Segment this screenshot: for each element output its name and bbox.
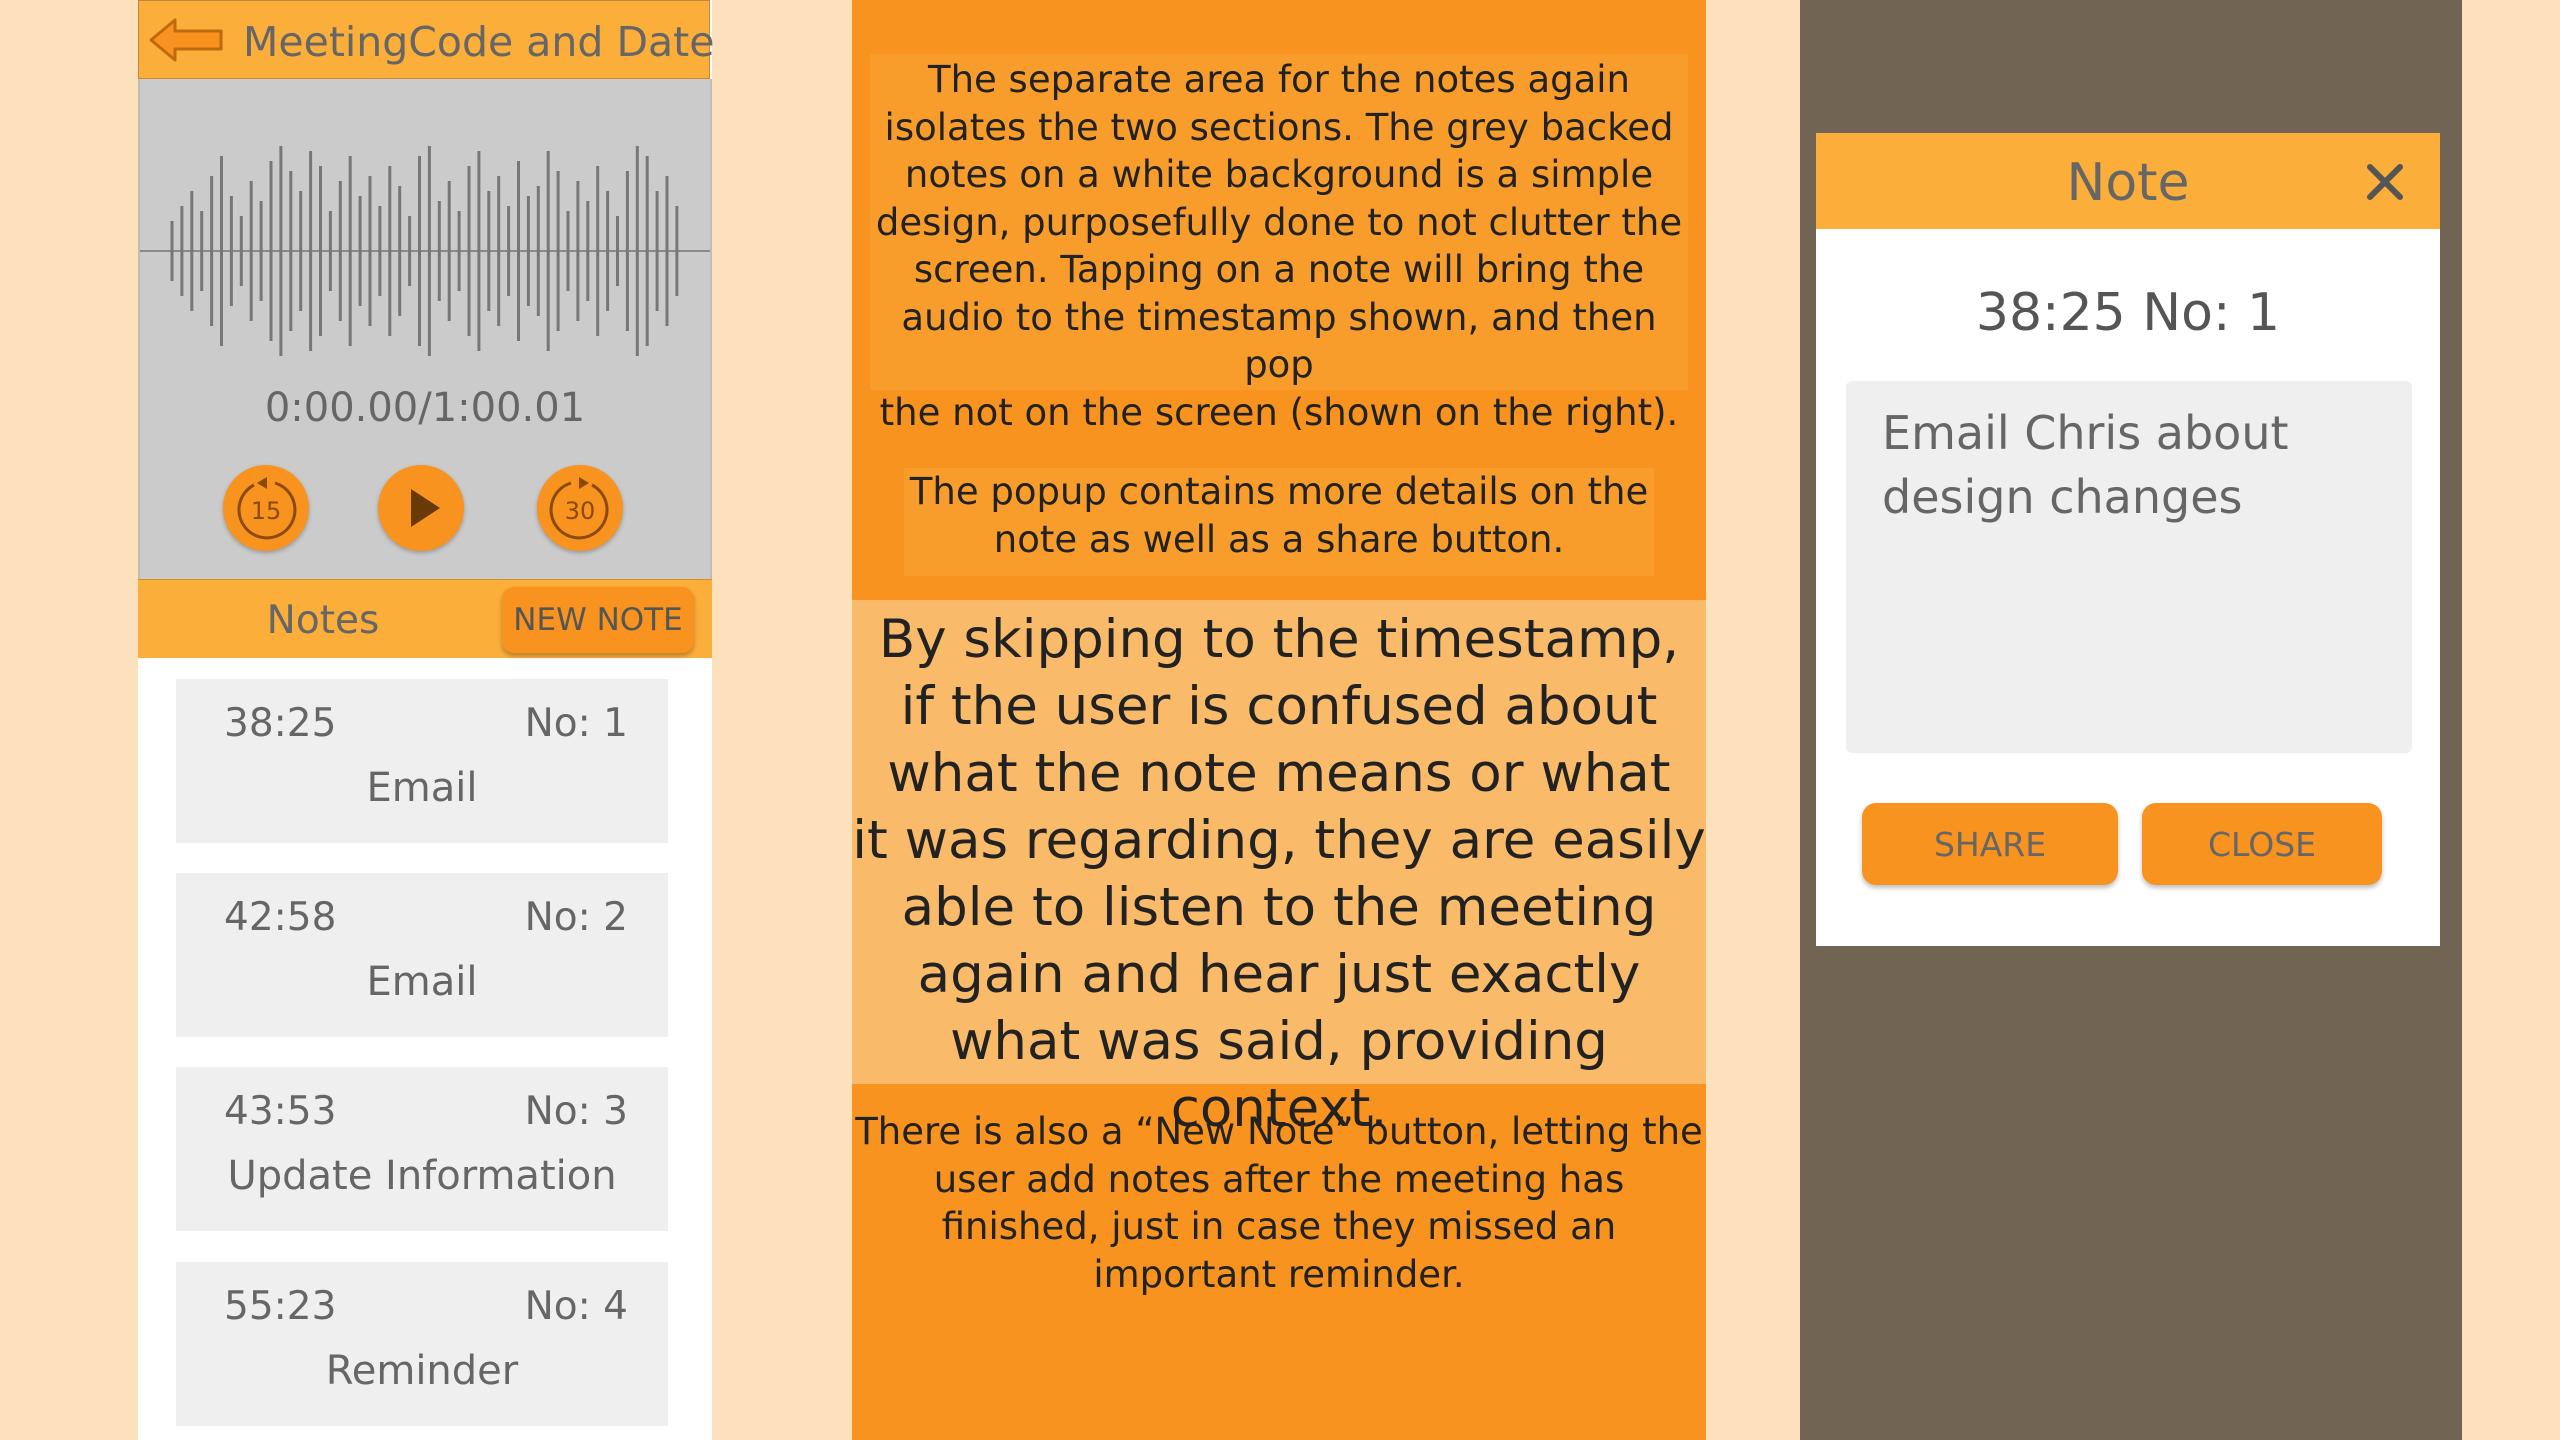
note-number: No: 2: [524, 895, 628, 940]
text-line: note as well as a share button.: [993, 517, 1565, 561]
note-timestamp: 43:53: [224, 1089, 337, 1134]
note-card[interactable]: 38:25 No: 1 Email: [176, 679, 668, 843]
text-line: screen. Tapping on a note will bring the: [913, 248, 1645, 291]
quote-line: what the note means or what: [887, 743, 1671, 804]
note-card[interactable]: 43:53 No: 3 Update Information: [176, 1067, 668, 1231]
recording-screen: MeetingCode and Date 0:00.00/1:00.01 15 …: [138, 0, 714, 1440]
close-x-icon[interactable]: [2364, 161, 2406, 203]
quote-line: it was regarding, they are easily: [852, 810, 1706, 871]
popup-title: Note: [2066, 153, 2190, 213]
note-popup-screen: Note 38:25 No: 1 Email Chris about desig…: [1800, 0, 2462, 1440]
text-line: The separate area for the notes again: [927, 58, 1631, 101]
text-line: The popup contains more details on the: [909, 470, 1649, 513]
audio-waveform[interactable]: [140, 127, 710, 377]
text-line: isolates the two sections. The grey back…: [884, 105, 1674, 149]
quote-line: if the user is confused about: [900, 676, 1658, 737]
meeting-title: MeetingCode and Date: [243, 18, 715, 66]
note-title: Email: [366, 765, 478, 811]
audio-player: 0:00.00/1:00.01 15 30: [138, 79, 712, 579]
back-arrow-icon[interactable]: [147, 15, 227, 65]
note-card[interactable]: 55:23 No: 4 Reminder: [176, 1262, 668, 1426]
play-button[interactable]: [378, 465, 464, 551]
notes-heading: Notes: [266, 598, 380, 643]
forward-30-icon: 30: [549, 477, 609, 540]
play-icon: [411, 489, 440, 527]
note-timestamp: 55:23: [224, 1284, 337, 1329]
description-panel: The separate area for the notes again is…: [852, 0, 1706, 1440]
text-line: design, purposefully done to not clutter…: [875, 200, 1683, 244]
app-header: MeetingCode and Date: [138, 0, 714, 79]
note-number: No: 4: [524, 1284, 628, 1329]
text-line: finished, just in case they missed an: [941, 1205, 1617, 1248]
note-text-line: design changes: [1882, 470, 2243, 524]
note-popup: Note 38:25 No: 1 Email Chris about desig…: [1816, 133, 2440, 946]
new-note-button[interactable]: NEW NOTE: [502, 587, 694, 653]
text-line: user add notes after the meeting has: [933, 1157, 1625, 1201]
note-number: No: 3: [524, 1089, 628, 1134]
quote-line: By skipping to the timestamp,: [878, 609, 1680, 670]
replay-15-icon: 15: [237, 477, 297, 540]
text-line: the not on the screen (shown on the righ…: [879, 390, 1679, 434]
note-title: Email: [366, 959, 478, 1005]
forward-30-label: 30: [565, 497, 596, 525]
note-title: Reminder: [325, 1348, 519, 1394]
text-line: important reminder.: [1093, 1252, 1465, 1296]
note-title: Update Information: [227, 1153, 617, 1199]
note-card[interactable]: 42:58 No: 2 Email: [176, 873, 668, 1037]
text-line: There is also a “New Note” button, letti…: [855, 1110, 1703, 1153]
text-line: notes on a white background is a simple: [904, 153, 1654, 196]
note-text-line: Email Chris about: [1882, 406, 2289, 460]
notes-area-paragraph: The separate area for the notes again is…: [870, 54, 1688, 434]
popup-header: Note: [1816, 133, 2440, 229]
new-note-paragraph: There is also a “New Note” button, letti…: [852, 1108, 1706, 1298]
quote-line: again and hear just exactly: [917, 944, 1641, 1005]
share-button[interactable]: SHARE: [1862, 803, 2118, 885]
timestamp-quote: By skipping to the timestamp, if the use…: [852, 600, 1706, 1139]
note-timestamp: 38:25: [224, 701, 337, 746]
quote-line: able to listen to the meeting: [901, 877, 1657, 938]
text-line: audio to the timestamp shown, and then p…: [901, 295, 1657, 387]
skip-forward-button[interactable]: 30: [537, 465, 623, 551]
skip-back-button[interactable]: 15: [223, 465, 309, 551]
popup-note-meta: 38:25 No: 1: [1975, 283, 2281, 343]
notes-bar: Notes NEW NOTE: [138, 579, 712, 658]
note-number: No: 1: [524, 701, 628, 746]
note-timestamp: 42:58: [224, 895, 337, 940]
popup-note-text[interactable]: Email Chris about design changes: [1846, 381, 2412, 753]
close-button[interactable]: CLOSE: [2142, 803, 2382, 885]
popup-paragraph: The popup contains more details on the n…: [904, 468, 1654, 576]
playback-time: 0:00.00/1:00.01: [264, 385, 586, 431]
replay-15-label: 15: [251, 497, 282, 525]
